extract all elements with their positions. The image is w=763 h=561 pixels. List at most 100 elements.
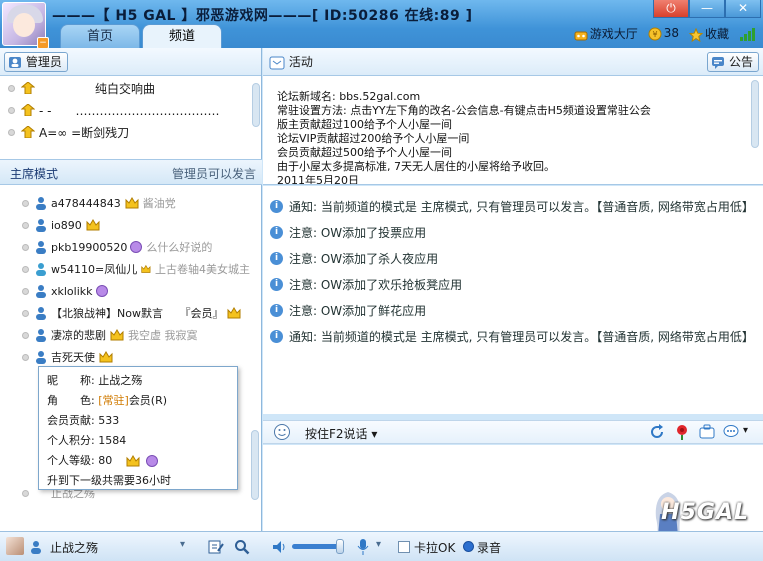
status-dot-icon [8, 84, 15, 92]
contrib-value: 533 [98, 414, 120, 427]
volume-knob[interactable] [336, 539, 344, 554]
top-right-toolbar: 游戏大厅 ¥38 收藏 [574, 25, 757, 42]
edit-icon[interactable] [208, 539, 224, 555]
speaker-icon[interactable] [272, 539, 288, 555]
microphone-icon[interactable] [356, 538, 370, 556]
notice-scrollbar[interactable] [751, 80, 759, 148]
user-icon [36, 285, 46, 298]
mode-label[interactable]: 主席模式 [10, 165, 58, 182]
chat-bubble-icon[interactable] [723, 424, 739, 440]
notice-board: 论坛新域名: bbs.52gal.com 常驻设置方法: 点击YY左下角的改名-… [263, 76, 763, 185]
user-note: 上古卷轴4美女城主 [155, 263, 250, 276]
coins-display[interactable]: ¥38 [648, 26, 679, 41]
tab-channel[interactable]: 频道 [142, 24, 222, 48]
user-name: pkb19900520 [51, 240, 128, 254]
user-row[interactable]: io890 [0, 214, 250, 236]
status-dot-icon [22, 287, 29, 295]
chevron-down-icon[interactable]: ▾ [180, 539, 185, 550]
message-area: i 通知: 当前频道的模式是 主席模式, 只有管理员可以发言。【普通音质, 网络… [263, 186, 763, 414]
notice-line: 论坛新域名: bbs.52gal.com [277, 90, 421, 103]
notice-line: 会员贡献超过500给予个人小屋一间 [277, 146, 452, 159]
tooltip-role-row: 角 色: [常驻]会员(R) [47, 391, 229, 411]
toolbox-icon[interactable] [699, 424, 715, 440]
flower-icon[interactable] [673, 423, 691, 441]
power-icon[interactable]: ⏻ [653, 0, 689, 18]
notice-text: 论坛新域名: bbs.52gal.com 常驻设置方法: 点击YY左下角的改名-… [277, 90, 747, 184]
user-info-tooltip: 昵 称: 止战之殇 角 色: [常驻]会员(R) 会员贡献: 533 个人积分:… [38, 366, 238, 490]
admin-name: - - ……………………………… [39, 103, 220, 118]
game-hall-icon [574, 31, 588, 40]
user-row[interactable]: a478444843 酱油党 [0, 192, 250, 214]
tab-home[interactable]: 首页 [60, 24, 140, 48]
crown-icon [141, 264, 151, 273]
level-value: 80 [98, 454, 113, 467]
status-dot-icon [22, 199, 29, 207]
signal-icon [740, 27, 755, 41]
emoji-icon[interactable] [273, 423, 291, 441]
speak-mode-select[interactable]: 按住F2说话 ▾ [305, 425, 377, 442]
notice-line: 常驻设置方法: 点击YY左下角的改名-公会信息-有键点击H5频道设置常驻公会 [277, 104, 651, 117]
refresh-icon[interactable] [649, 424, 665, 440]
tooltip-contrib-row: 会员贡献: 533 [47, 411, 229, 431]
chevron-down-icon[interactable]: ▾ [376, 539, 381, 550]
user-name: xklolikk [51, 284, 93, 298]
admin-scrollbar[interactable] [252, 83, 260, 127]
user-name: w54110=凤仙儿 [51, 263, 138, 276]
self-username[interactable]: 止战之殇 [50, 539, 98, 556]
activity-label: 活动 [288, 55, 313, 69]
user-row[interactable]: 【北狼战神】Now默言 『会员』 [0, 302, 250, 324]
info-icon: i [270, 330, 283, 343]
svg-text:¥: ¥ [652, 30, 657, 39]
role-value: 会员(R) [128, 394, 168, 407]
admin-row[interactable]: 纯白交响曲 [0, 77, 262, 99]
game-hall-button[interactable]: 游戏大厅 [574, 25, 638, 42]
admin-list: 纯白交响曲 - - ……………………………… A=∞ =断剑残刀 [0, 77, 262, 153]
purple-badge-icon [130, 241, 143, 253]
user-icon [36, 197, 46, 210]
notice-line: 论坛VIP贡献超过200给予个人小屋一间 [277, 132, 470, 145]
activity-tab[interactable]: 活动 [269, 53, 313, 70]
chevron-down-icon[interactable]: ▾ [743, 425, 748, 436]
admin-badge-icon [21, 82, 35, 94]
user-row[interactable]: xklolikk [0, 280, 250, 302]
message-text: 注意: OW添加了投票应用 [289, 226, 427, 240]
admin-row[interactable]: A=∞ =断剑残刀 [0, 121, 262, 143]
status-dot-icon [22, 243, 29, 251]
search-icon[interactable] [234, 539, 250, 555]
minimize-icon[interactable]: — [689, 0, 725, 18]
title-bar: − ———【 H5 GAL 】邪恶游戏网———[ ID:50286 在线:89 … [0, 0, 763, 49]
message-text: 通知: 当前频道的模式是 主席模式, 只有管理员可以发言。【普通音质, 网络带宽… [289, 200, 754, 214]
crown-icon [99, 351, 113, 363]
notice-button[interactable]: 公告 [707, 52, 759, 72]
user-icon [36, 351, 46, 364]
record-radio[interactable] [463, 541, 474, 552]
karaoke-label: 卡拉OK [414, 541, 456, 555]
tooltip-points-row: 个人积分: 1584 [47, 431, 229, 451]
close-icon[interactable]: ✕ [725, 0, 761, 18]
self-avatar[interactable] [6, 537, 24, 555]
tooltip-nick-row: 昵 称: 止战之殇 [47, 371, 229, 391]
chevron-down-icon: ▾ [371, 427, 378, 441]
user-row[interactable]: pkb19900520 么什么好说的 [0, 236, 250, 258]
info-icon: i [270, 226, 283, 239]
admin-row[interactable]: - - ……………………………… [0, 99, 262, 121]
purple-badge-icon [95, 285, 108, 297]
admin-button[interactable]: 管理员 [4, 52, 68, 72]
karaoke-checkbox[interactable] [398, 541, 410, 553]
game-hall-label: 游戏大厅 [589, 27, 638, 41]
user-row[interactable]: 吉死天使 [0, 346, 250, 368]
user-avatar[interactable]: − [2, 2, 49, 49]
favorite-button[interactable]: 收藏 [688, 25, 729, 42]
activity-icon [269, 56, 285, 69]
user-row[interactable]: 凄凉的悲剧 我空虚 我寂寞 [0, 324, 250, 346]
volume-slider[interactable] [292, 544, 340, 549]
status-dot-icon [8, 128, 15, 136]
user-row[interactable]: w54110=凤仙儿 上古卷轴4美女城主 [0, 258, 250, 280]
user-name: 凄凉的悲剧 [51, 329, 106, 342]
user-list-scrollbar[interactable] [251, 430, 259, 500]
mode-bar: 主席模式 管理员可以发言 [0, 159, 262, 185]
user-note: 我空虚 我寂寞 [128, 329, 198, 342]
crown-icon [126, 455, 140, 467]
star-icon [688, 27, 703, 42]
user-name: 【北狼战神】Now默言 『会员』 [51, 307, 224, 320]
